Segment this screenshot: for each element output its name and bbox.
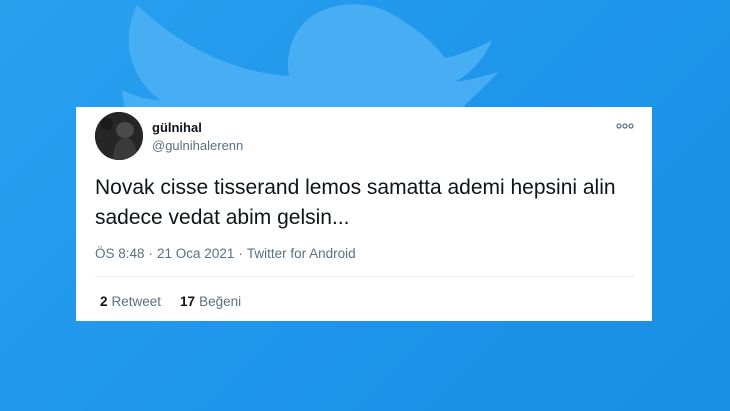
meta-separator: · <box>148 246 154 261</box>
avatar-image <box>95 112 143 160</box>
more-options-icon <box>616 123 634 129</box>
tweet-card: gülnihal @gulnihalerenn Novak cisse tiss… <box>76 107 652 321</box>
tweet-meta: ÖS 8:48 · 21 Oca 2021 · Twitter for Andr… <box>95 246 356 261</box>
tweet-time[interactable]: ÖS 8:48 <box>95 246 145 261</box>
more-options-button[interactable] <box>614 119 636 133</box>
retweet-label: Retweet <box>111 294 162 309</box>
display-name[interactable]: gülnihal <box>152 120 202 135</box>
avatar[interactable] <box>95 112 143 160</box>
meta-separator: · <box>238 246 243 261</box>
retweet-count: 2 <box>100 294 108 309</box>
divider <box>95 276 635 277</box>
tweet-source[interactable]: Twitter for Android <box>247 246 356 261</box>
user-handle[interactable]: @gulnihalerenn <box>152 138 243 153</box>
like-stat[interactable]: 17 Beğeni <box>180 294 241 309</box>
tweet-text: Novak cisse tisserand lemos samatta adem… <box>95 176 616 229</box>
tweet-stats: 2 Retweet 17 Beğeni <box>100 294 241 309</box>
tweet-date[interactable]: 21 Oca 2021 <box>157 246 234 261</box>
retweet-stat[interactable]: 2 Retweet <box>100 294 161 309</box>
like-label: Beğeni <box>199 294 242 309</box>
like-count: 17 <box>180 294 196 309</box>
